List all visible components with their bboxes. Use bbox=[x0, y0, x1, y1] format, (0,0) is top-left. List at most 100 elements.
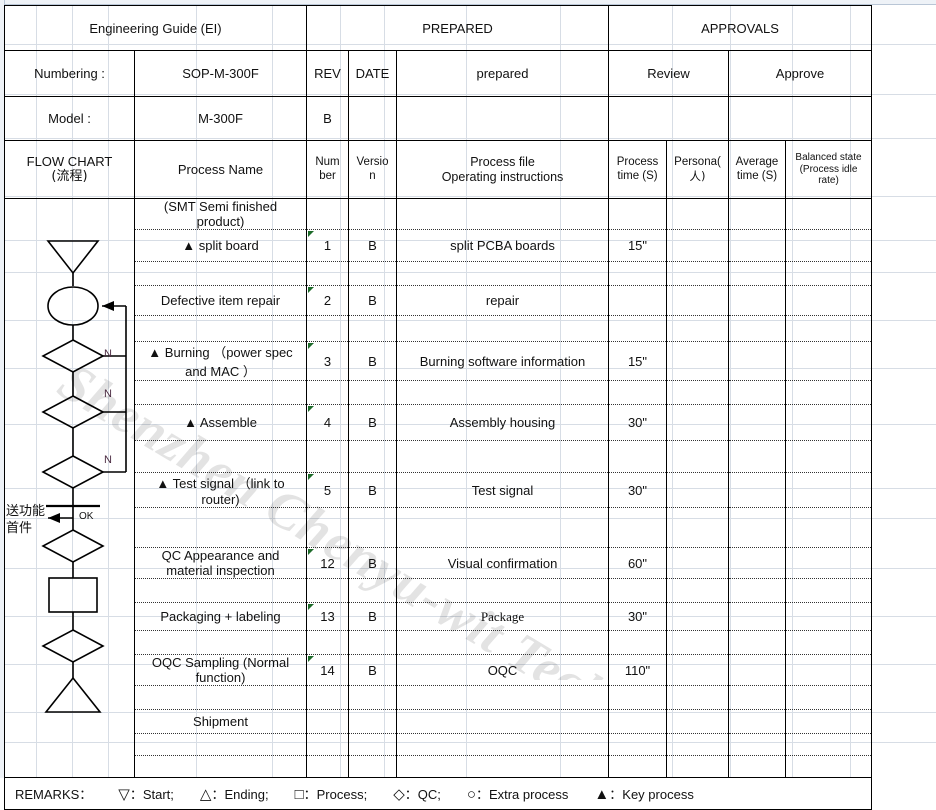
personal-cell[interactable] bbox=[666, 685, 729, 710]
version-cell[interactable]: B bbox=[348, 547, 397, 579]
process-name-cell[interactable]: ▲ Burning （power spec and MAC ） bbox=[134, 341, 307, 381]
process-file-cell[interactable]: Test signal bbox=[396, 472, 609, 508]
process-file-cell[interactable]: split PCBA boards bbox=[396, 229, 609, 262]
process-name-cell[interactable] bbox=[134, 755, 307, 778]
balanced-state-cell[interactable] bbox=[785, 229, 872, 262]
process-time-cell[interactable] bbox=[608, 198, 667, 230]
average-time-cell[interactable] bbox=[728, 507, 786, 548]
average-time-cell[interactable] bbox=[728, 315, 786, 342]
balanced-state-cell[interactable] bbox=[785, 315, 872, 342]
process-name-cell[interactable] bbox=[134, 440, 307, 473]
process-file-cell[interactable] bbox=[396, 578, 609, 603]
version-cell[interactable]: B bbox=[348, 654, 397, 686]
process-time-cell[interactable]: 110" bbox=[608, 654, 667, 686]
process-name-cell[interactable]: OQC Sampling (Normal function) bbox=[134, 654, 307, 686]
process-time-cell[interactable]: 30" bbox=[608, 472, 667, 508]
average-time-cell[interactable] bbox=[728, 733, 786, 756]
personal-cell[interactable] bbox=[666, 440, 729, 473]
personal-cell[interactable] bbox=[666, 547, 729, 579]
version-cell[interactable] bbox=[348, 261, 397, 286]
average-time-cell[interactable] bbox=[728, 709, 786, 734]
balanced-state-cell[interactable] bbox=[785, 341, 872, 381]
process-name-cell[interactable] bbox=[134, 261, 307, 286]
number-cell[interactable]: 4 bbox=[306, 404, 349, 441]
process-time-cell[interactable] bbox=[608, 315, 667, 342]
version-cell[interactable]: B bbox=[348, 229, 397, 262]
process-time-cell[interactable] bbox=[608, 685, 667, 710]
date-value[interactable] bbox=[348, 96, 397, 141]
process-file-cell[interactable]: Package bbox=[396, 602, 609, 631]
balanced-state-cell[interactable] bbox=[785, 755, 872, 778]
number-cell[interactable] bbox=[306, 507, 349, 548]
process-name-cell[interactable]: (SMT Semi finished product) bbox=[134, 198, 307, 230]
balanced-state-cell[interactable] bbox=[785, 380, 872, 405]
personal-cell[interactable] bbox=[666, 285, 729, 316]
version-cell[interactable] bbox=[348, 685, 397, 710]
process-file-cell[interactable]: OQC bbox=[396, 654, 609, 686]
average-time-cell[interactable] bbox=[728, 198, 786, 230]
average-time-cell[interactable] bbox=[728, 578, 786, 603]
average-time-cell[interactable] bbox=[728, 440, 786, 473]
number-cell[interactable] bbox=[306, 755, 349, 778]
balanced-state-cell[interactable] bbox=[785, 261, 872, 286]
process-name-cell[interactable]: QC Appearance and material inspection bbox=[134, 547, 307, 579]
process-time-cell[interactable] bbox=[608, 440, 667, 473]
process-name-cell[interactable]: Defective item repair bbox=[134, 285, 307, 316]
version-cell[interactable] bbox=[348, 198, 397, 230]
number-cell[interactable] bbox=[306, 380, 349, 405]
number-cell[interactable]: 14 bbox=[306, 654, 349, 686]
balanced-state-cell[interactable] bbox=[785, 602, 872, 631]
average-time-cell[interactable] bbox=[728, 472, 786, 508]
process-time-cell[interactable] bbox=[608, 285, 667, 316]
process-name-cell[interactable] bbox=[134, 578, 307, 603]
personal-cell[interactable] bbox=[666, 315, 729, 342]
number-cell[interactable]: 1 bbox=[306, 229, 349, 262]
balanced-state-cell[interactable] bbox=[785, 709, 872, 734]
balanced-state-cell[interactable] bbox=[785, 440, 872, 473]
personal-cell[interactable] bbox=[666, 229, 729, 262]
process-name-cell[interactable]: ▲ Test signal （link to router) bbox=[134, 472, 307, 508]
number-cell[interactable] bbox=[306, 630, 349, 655]
personal-cell[interactable] bbox=[666, 602, 729, 631]
average-time-cell[interactable] bbox=[728, 685, 786, 710]
process-file-cell[interactable]: Assembly housing bbox=[396, 404, 609, 441]
number-cell[interactable] bbox=[306, 733, 349, 756]
balanced-state-cell[interactable] bbox=[785, 472, 872, 508]
number-cell[interactable] bbox=[306, 685, 349, 710]
personal-cell[interactable] bbox=[666, 380, 729, 405]
process-time-cell[interactable] bbox=[608, 755, 667, 778]
personal-cell[interactable] bbox=[666, 341, 729, 381]
version-cell[interactable] bbox=[348, 709, 397, 734]
version-cell[interactable] bbox=[348, 315, 397, 342]
process-file-cell[interactable] bbox=[396, 315, 609, 342]
process-file-cell[interactable] bbox=[396, 755, 609, 778]
personal-cell[interactable] bbox=[666, 261, 729, 286]
average-time-cell[interactable] bbox=[728, 404, 786, 441]
balanced-state-cell[interactable] bbox=[785, 733, 872, 756]
balanced-state-cell[interactable] bbox=[785, 285, 872, 316]
personal-cell[interactable] bbox=[666, 630, 729, 655]
personal-cell[interactable] bbox=[666, 404, 729, 441]
review-value[interactable] bbox=[608, 96, 729, 141]
approve-value[interactable] bbox=[728, 96, 872, 141]
balanced-state-cell[interactable] bbox=[785, 630, 872, 655]
process-file-cell[interactable] bbox=[396, 685, 609, 710]
version-cell[interactable]: B bbox=[348, 472, 397, 508]
process-file-cell[interactable] bbox=[396, 261, 609, 286]
process-name-cell[interactable]: ▲ split board bbox=[134, 229, 307, 262]
process-time-cell[interactable]: 30" bbox=[608, 602, 667, 631]
balanced-state-cell[interactable] bbox=[785, 654, 872, 686]
process-name-cell[interactable] bbox=[134, 315, 307, 342]
average-time-cell[interactable] bbox=[728, 285, 786, 316]
version-cell[interactable] bbox=[348, 380, 397, 405]
process-name-cell[interactable] bbox=[134, 685, 307, 710]
version-cell[interactable] bbox=[348, 578, 397, 603]
process-file-cell[interactable] bbox=[396, 507, 609, 548]
personal-cell[interactable] bbox=[666, 472, 729, 508]
process-time-cell[interactable] bbox=[608, 578, 667, 603]
number-cell[interactable] bbox=[306, 440, 349, 473]
process-time-cell[interactable] bbox=[608, 733, 667, 756]
number-cell[interactable] bbox=[306, 578, 349, 603]
version-cell[interactable]: B bbox=[348, 341, 397, 381]
process-time-cell[interactable] bbox=[608, 630, 667, 655]
